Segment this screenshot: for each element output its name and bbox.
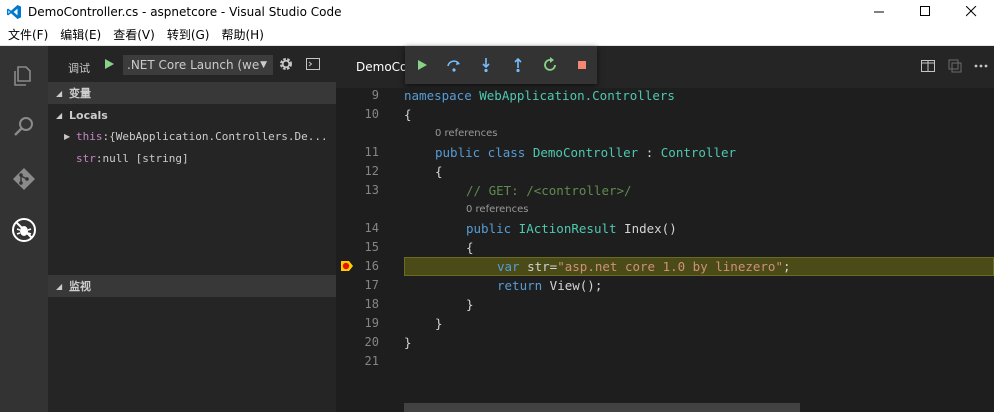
- collapse-icon: ◢: [56, 88, 63, 98]
- line-number: 13: [364, 183, 379, 197]
- explorer-icon[interactable]: [10, 62, 38, 90]
- split-editor-button[interactable]: [920, 58, 936, 74]
- step-over-button[interactable]: [446, 57, 462, 73]
- floating-debug-toolbar: [405, 46, 597, 84]
- maximize-icon: [919, 6, 930, 16]
- line-number: 16: [364, 259, 379, 273]
- horizontal-scrollbar[interactable]: [404, 403, 800, 412]
- stop-button[interactable]: [574, 57, 590, 73]
- chevron-right-icon: ▶: [64, 131, 71, 141]
- close-icon: [965, 6, 976, 17]
- gear-icon: [280, 58, 292, 70]
- search-icon[interactable]: [10, 112, 38, 140]
- step-out-icon: [514, 57, 522, 73]
- menu-file[interactable]: 文件(F): [2, 26, 54, 43]
- code-line: }: [466, 297, 474, 312]
- maximize-button[interactable]: [902, 0, 948, 23]
- variable-value: null [string]: [102, 151, 189, 165]
- line-number: 18: [364, 297, 379, 311]
- line-number: 11: [364, 145, 379, 159]
- restart-button[interactable]: [542, 57, 558, 73]
- menu-bar: 文件(F) 编辑(E) 查看(V) 转到(G) 帮助(H): [0, 23, 994, 46]
- variable-row-str[interactable]: str : null [string]: [48, 147, 336, 169]
- activity-bar: [0, 46, 48, 412]
- line-number: 19: [364, 316, 379, 330]
- line-number: 21: [364, 354, 379, 368]
- step-into-button[interactable]: [478, 57, 494, 73]
- codelens-references[interactable]: 0 references: [435, 128, 498, 139]
- locals-scope[interactable]: ◢ Locals: [48, 104, 336, 126]
- variable-row-this[interactable]: ▶ this : {WebApplication.Controllers.De.…: [48, 125, 336, 147]
- line-number: 14: [364, 221, 379, 235]
- launch-configuration-value: .NET Core Launch (we: [127, 58, 260, 72]
- code-line-current: var str="asp.net core 1.0 by linezero";: [497, 259, 791, 274]
- collapse-icon: ◢: [56, 281, 63, 291]
- debug-toolbar: 调试 .NET Core Launch (we ▼: [48, 46, 336, 82]
- step-over-icon: [447, 60, 460, 72]
- code-line: }: [435, 316, 443, 331]
- debug-icon[interactable]: [10, 216, 38, 244]
- code-line: {: [404, 107, 412, 122]
- minimize-button[interactable]: [856, 0, 902, 23]
- code-line: {: [435, 164, 443, 179]
- play-icon: [105, 59, 114, 69]
- code-line: public IActionResult Index(): [466, 221, 677, 236]
- variable-value: {WebApplication.Controllers.De...: [109, 129, 328, 143]
- vscode-logo-icon: [6, 4, 22, 20]
- line-number: 9: [371, 88, 379, 102]
- tab-democontroller[interactable]: DemoCo: [356, 60, 407, 74]
- menu-help[interactable]: 帮助(H): [215, 26, 269, 43]
- stop-icon: [578, 61, 586, 69]
- launch-configuration-select[interactable]: .NET Core Launch (we ▼: [123, 55, 273, 75]
- more-actions-button[interactable]: [973, 58, 989, 74]
- debug-console-button[interactable]: [306, 58, 320, 73]
- menu-edit[interactable]: 编辑(E): [54, 26, 107, 43]
- line-number: 15: [364, 240, 379, 254]
- line-number: 17: [364, 278, 379, 292]
- chevron-down-icon: ▼: [260, 60, 267, 70]
- continue-icon: [418, 60, 427, 70]
- open-changes-button[interactable]: [947, 58, 963, 74]
- expanded-icon: ◢: [56, 110, 63, 120]
- title-bar: DemoController.cs - aspnetcore - Visual …: [0, 0, 994, 23]
- step-into-icon: [482, 58, 490, 73]
- console-icon: [306, 58, 320, 70]
- code-line: public class DemoController : Controller: [435, 145, 737, 160]
- close-button[interactable]: [948, 0, 994, 23]
- locals-label: Locals: [69, 108, 108, 122]
- variable-name: this: [76, 129, 103, 143]
- variables-section-title: 变量: [69, 87, 91, 100]
- split-editor-icon: [921, 60, 935, 72]
- code-line: {: [466, 240, 474, 255]
- git-icon[interactable]: [10, 165, 38, 193]
- menu-view[interactable]: 查看(V): [107, 26, 161, 43]
- continue-button[interactable]: [414, 57, 430, 73]
- watch-section-title: 监视: [69, 280, 91, 293]
- code-line: }: [404, 335, 412, 350]
- code-editor[interactable]: 9 10 11 12 13 14 15 16 17 18 19 20 21 na…: [336, 88, 994, 412]
- watch-section-header[interactable]: ◢ 监视: [48, 275, 336, 297]
- debug-view-title: 调试: [68, 62, 90, 75]
- line-number: 20: [364, 335, 379, 349]
- restart-icon: [544, 57, 556, 71]
- debug-sidebar: 调试 .NET Core Launch (we ▼ ◢ 变量 ◢ Locals …: [48, 46, 336, 412]
- open-changes-icon: [948, 59, 962, 73]
- code-line: return View();: [497, 278, 603, 293]
- line-number: 10: [364, 107, 379, 121]
- line-number: 12: [364, 164, 379, 178]
- codelens-references[interactable]: 0 references: [466, 204, 529, 215]
- window-title: DemoController.cs - aspnetcore - Visual …: [28, 4, 342, 19]
- code-line: namespace WebApplication.Controllers: [404, 88, 675, 103]
- variable-name: str: [76, 151, 96, 165]
- ellipsis-icon: [974, 64, 988, 68]
- code-line: // GET: /<controller>/: [466, 183, 632, 198]
- debug-settings-button[interactable]: [278, 56, 294, 75]
- variables-section-header[interactable]: ◢ 变量: [48, 82, 336, 104]
- minimize-icon: [873, 11, 884, 13]
- menu-goto[interactable]: 转到(G): [161, 26, 216, 43]
- step-out-button[interactable]: [510, 57, 526, 73]
- start-debugging-button[interactable]: [103, 58, 115, 73]
